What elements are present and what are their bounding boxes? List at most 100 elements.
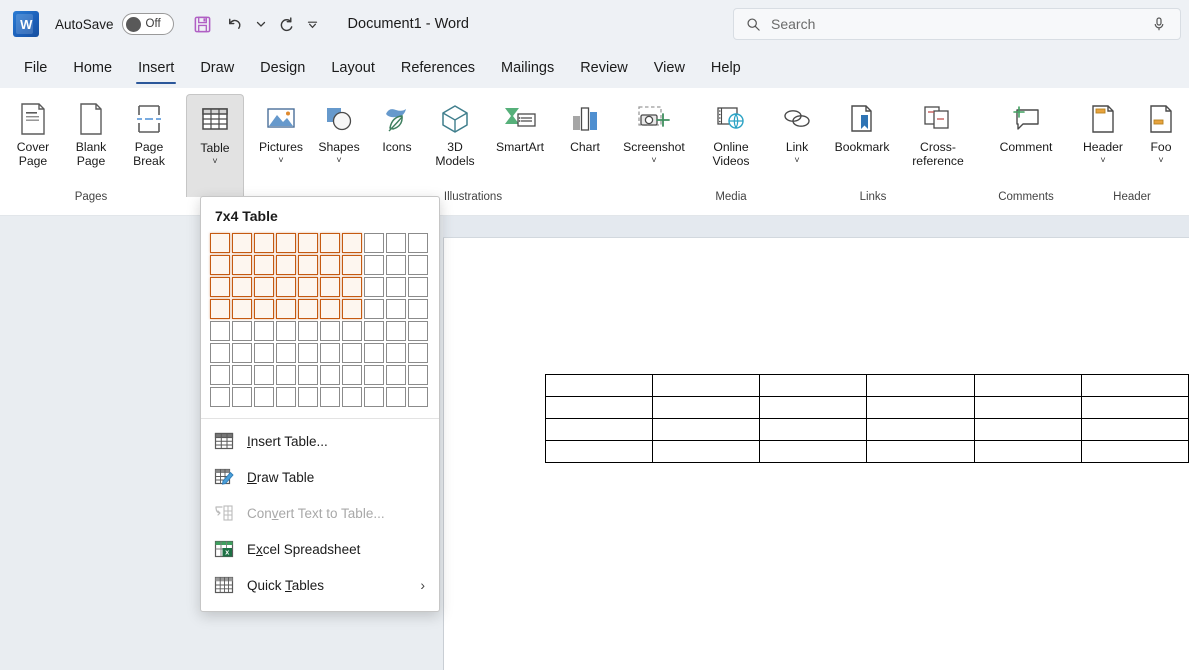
pictures-chevron-down-icon[interactable]: ˅ <box>278 155 283 166</box>
customize-quick-access-toolbar-icon[interactable] <box>304 9 322 39</box>
tab-insert[interactable]: Insert <box>128 56 184 84</box>
table-row[interactable] <box>544 396 1189 419</box>
table-size-cell-7x3[interactable] <box>342 277 362 297</box>
undo-dropdown-chevron-down-icon[interactable] <box>252 9 270 39</box>
table-cell[interactable] <box>973 374 1082 397</box>
table-size-cell-3x4[interactable] <box>254 299 274 319</box>
comment-button[interactable]: Comment <box>986 94 1066 156</box>
table-cell[interactable] <box>759 440 868 463</box>
table-size-cell-7x2[interactable] <box>342 255 362 275</box>
table-size-cell-6x2[interactable] <box>320 255 340 275</box>
tab-layout[interactable]: Layout <box>321 56 385 80</box>
table-cell[interactable] <box>866 418 975 441</box>
tab-file[interactable]: File <box>14 56 57 80</box>
table-cell[interactable] <box>759 374 868 397</box>
header-button[interactable]: Header ˅ <box>1074 94 1132 168</box>
bookmark-button[interactable]: Bookmark <box>826 94 898 156</box>
table-size-cell-4x1[interactable] <box>276 233 296 253</box>
table-cell[interactable] <box>1080 418 1189 441</box>
table-size-cell-9x2[interactable] <box>386 255 406 275</box>
table-size-cell-7x8[interactable] <box>342 387 362 407</box>
table-size-cell-6x4[interactable] <box>320 299 340 319</box>
table-size-cell-3x8[interactable] <box>254 387 274 407</box>
table-row[interactable] <box>544 440 1189 463</box>
table-button[interactable]: Table ˅ <box>186 94 244 197</box>
table-size-cell-1x6[interactable] <box>210 343 230 363</box>
table-size-cell-4x2[interactable] <box>276 255 296 275</box>
table-cell[interactable] <box>759 396 868 419</box>
3d-models-button[interactable]: 3D Models <box>426 94 484 170</box>
tab-review[interactable]: Review <box>570 56 638 80</box>
table-cell[interactable] <box>652 418 761 441</box>
table-size-cell-8x1[interactable] <box>364 233 384 253</box>
table-size-cell-8x2[interactable] <box>364 255 384 275</box>
table-cell[interactable] <box>1080 374 1189 397</box>
table-size-cell-3x2[interactable] <box>254 255 274 275</box>
table-size-cell-5x6[interactable] <box>298 343 318 363</box>
page-break-button[interactable]: Page Break <box>120 94 178 170</box>
table-size-cell-4x6[interactable] <box>276 343 296 363</box>
footer-button[interactable]: Foo ˅ <box>1132 94 1189 168</box>
table-size-cell-5x7[interactable] <box>298 365 318 385</box>
link-button[interactable]: Link ˅ <box>768 94 826 168</box>
search-box[interactable]: Search <box>733 8 1181 40</box>
table-size-cell-10x5[interactable] <box>408 321 428 341</box>
table-cell[interactable] <box>652 396 761 419</box>
table-size-cell-8x4[interactable] <box>364 299 384 319</box>
screenshot-button[interactable]: Screenshot ˅ <box>614 94 694 168</box>
table-cell[interactable] <box>973 396 1082 419</box>
table-cell[interactable] <box>1080 396 1189 419</box>
menu-item-draw-table[interactable]: Draw Table <box>201 459 439 495</box>
tab-help[interactable]: Help <box>701 56 751 80</box>
table-size-cell-1x8[interactable] <box>210 387 230 407</box>
save-icon[interactable] <box>188 9 218 39</box>
table-size-cell-6x5[interactable] <box>320 321 340 341</box>
microphone-icon[interactable] <box>1152 16 1166 32</box>
table-size-cell-5x2[interactable] <box>298 255 318 275</box>
cross-reference-button[interactable]: Cross- reference <box>898 94 978 170</box>
table-row[interactable] <box>544 418 1189 441</box>
table-size-cell-2x6[interactable] <box>232 343 252 363</box>
table-size-cell-1x7[interactable] <box>210 365 230 385</box>
table-size-cell-7x5[interactable] <box>342 321 362 341</box>
table-size-cell-10x4[interactable] <box>408 299 428 319</box>
tab-mailings[interactable]: Mailings <box>491 56 564 80</box>
table-size-cell-9x8[interactable] <box>386 387 406 407</box>
table-size-cell-9x7[interactable] <box>386 365 406 385</box>
document-preview-table[interactable] <box>544 374 1189 463</box>
table-size-cell-2x2[interactable] <box>232 255 252 275</box>
tab-design[interactable]: Design <box>250 56 315 80</box>
table-size-cell-4x8[interactable] <box>276 387 296 407</box>
table-size-cell-3x1[interactable] <box>254 233 274 253</box>
menu-item-insert-table[interactable]: Insert Table... <box>201 423 439 459</box>
table-size-cell-1x3[interactable] <box>210 277 230 297</box>
table-size-cell-5x4[interactable] <box>298 299 318 319</box>
autosave-toggle[interactable]: Off <box>121 13 174 35</box>
table-cell[interactable] <box>544 440 654 463</box>
menu-item-quick-tables[interactable]: Quick Tables › <box>201 567 439 603</box>
table-size-cell-1x1[interactable] <box>210 233 230 253</box>
redo-icon[interactable] <box>272 9 302 39</box>
table-size-cell-3x7[interactable] <box>254 365 274 385</box>
table-size-cell-5x3[interactable] <box>298 277 318 297</box>
table-size-cell-7x6[interactable] <box>342 343 362 363</box>
table-cell[interactable] <box>866 440 975 463</box>
table-size-cell-4x3[interactable] <box>276 277 296 297</box>
table-cell[interactable] <box>544 418 654 441</box>
table-size-cell-1x5[interactable] <box>210 321 230 341</box>
table-size-cell-2x1[interactable] <box>232 233 252 253</box>
table-cell[interactable] <box>652 440 761 463</box>
tab-references[interactable]: References <box>391 56 485 80</box>
table-size-cell-10x7[interactable] <box>408 365 428 385</box>
table-size-cell-2x5[interactable] <box>232 321 252 341</box>
table-size-cell-9x5[interactable] <box>386 321 406 341</box>
table-cell[interactable] <box>544 396 654 419</box>
table-size-cell-3x6[interactable] <box>254 343 274 363</box>
table-size-cell-8x6[interactable] <box>364 343 384 363</box>
table-row[interactable] <box>544 374 1189 397</box>
table-size-cell-8x7[interactable] <box>364 365 384 385</box>
footer-chevron-down-icon[interactable]: ˅ <box>1158 155 1163 166</box>
table-size-cell-5x5[interactable] <box>298 321 318 341</box>
table-size-cell-2x8[interactable] <box>232 387 252 407</box>
table-size-cell-7x1[interactable] <box>342 233 362 253</box>
